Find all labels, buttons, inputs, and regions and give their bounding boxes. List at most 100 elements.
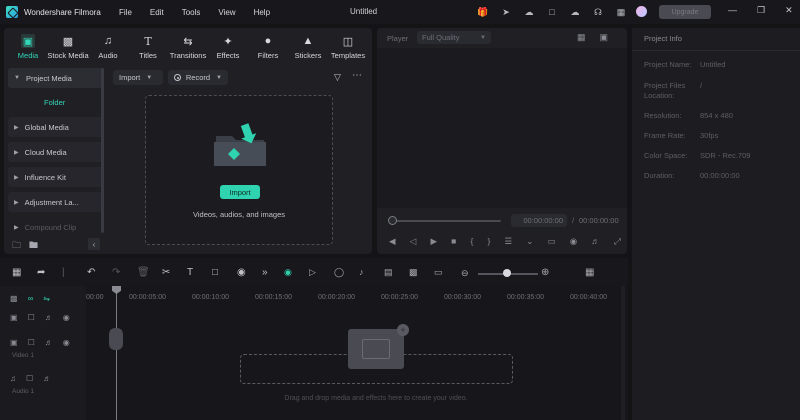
tab-effects[interactable]: ✦ Effects (208, 34, 248, 61)
sidebar-scrollbar[interactable] (101, 68, 104, 233)
track-lock-icon[interactable]: ▣ (10, 313, 18, 322)
tab-media[interactable]: ▣ Media (8, 34, 48, 60)
subtitle-icon[interactable]: ▭ (434, 267, 459, 278)
stop-icon[interactable]: ■ (451, 236, 456, 247)
media-dropzone[interactable]: Import Videos, audios, and images (145, 95, 333, 245)
layout-grid-icon[interactable]: ▦ (12, 267, 37, 278)
quality-dropdown[interactable]: Full Quality ▼ (417, 31, 491, 44)
import-dropdown[interactable]: Import ▼ (113, 70, 163, 85)
pip-icon[interactable]: ▩ (409, 267, 434, 278)
eye-icon[interactable]: ◉ (63, 313, 70, 322)
collapse-sidebar-button[interactable]: ‹ (88, 238, 100, 250)
step-back-icon[interactable]: ◁ (410, 236, 417, 247)
shield-icon[interactable]: ◯ (334, 267, 359, 278)
grid-view-icon[interactable]: ▦ (577, 32, 586, 43)
menu-view[interactable]: View (218, 8, 235, 17)
audio-track-icon[interactable]: ♫ (10, 374, 16, 383)
send-icon[interactable]: ➤ (499, 5, 513, 19)
folder-icon[interactable]: 🖿 (29, 238, 38, 254)
zoom-slider-handle[interactable] (502, 269, 511, 277)
mark-out-icon[interactable]: } (487, 236, 490, 247)
render-icon[interactable]: ▷ (309, 267, 334, 278)
tab-titles[interactable]: T Titles (128, 34, 168, 61)
tab-templates[interactable]: ◫ Templates (328, 34, 368, 61)
timeline-scrollbar[interactable] (621, 286, 625, 420)
cloud-upload-icon[interactable]: ☁ (522, 5, 536, 19)
add-marker-icon[interactable]: ☰ (505, 236, 513, 247)
current-timecode[interactable]: 00:00:00:00 (511, 214, 567, 227)
view-options-icon[interactable]: ▦ (585, 267, 594, 278)
tab-stickers[interactable]: ▲ Stickers (288, 34, 328, 60)
more-icon[interactable]: ⋯ (352, 70, 363, 81)
link-icon[interactable]: ∞ (28, 294, 34, 303)
snap-icon[interactable]: ⇋ (43, 294, 50, 303)
import-button[interactable]: Import (220, 185, 260, 199)
select-arrow-icon[interactable]: ➦ (37, 267, 62, 278)
sidebar-item-adjustment-layer[interactable]: ▶ Adjustment La... (8, 192, 104, 212)
sidebar-item-project-media[interactable]: ▼ Project Media (8, 68, 104, 88)
video-track-icon[interactable]: ▣ (10, 338, 18, 347)
lock-icon[interactable]: ☐ (28, 338, 35, 347)
chevron-down-icon[interactable]: ⌄ (526, 236, 533, 247)
new-folder-icon[interactable]: 🗀 (12, 238, 21, 254)
menu-file[interactable]: File (119, 8, 132, 17)
zoom-out-icon[interactable]: ⊖ (461, 268, 469, 279)
mute-icon[interactable]: ♬ (43, 374, 51, 383)
ai-icon[interactable]: ◉ (284, 267, 309, 278)
sidebar-item-cloud-media[interactable]: ▶ Cloud Media (8, 142, 104, 162)
record-dropdown[interactable]: Record ▼ (168, 70, 228, 85)
avatar[interactable] (636, 6, 647, 17)
microphone-icon[interactable]: ♪ (359, 267, 384, 278)
scrubber-handle[interactable] (388, 216, 397, 225)
scissors-icon[interactable]: ✂ (162, 267, 187, 278)
minimize-icon[interactable]: — (728, 5, 737, 16)
crop-icon[interactable]: □ (212, 267, 237, 278)
mute-icon[interactable]: ♬ (45, 338, 53, 347)
audio-volume-icon[interactable]: ♬ (591, 236, 600, 247)
sidebar-item-global-media[interactable]: ▶ Global Media (8, 117, 104, 137)
upgrade-button[interactable]: Upgrade (659, 5, 711, 19)
lock-icon[interactable]: ☐ (26, 374, 33, 383)
prev-frame-icon[interactable]: ◀ (389, 236, 396, 247)
restore-icon[interactable]: ❐ (757, 5, 765, 16)
cloud-sync-icon[interactable]: ☁ (568, 5, 582, 19)
sidebar-item-influence-kit[interactable]: ▶ Influence Kit (8, 167, 104, 187)
color-icon[interactable]: ◉ (237, 267, 262, 278)
delete-icon[interactable]: 🗑 (137, 267, 162, 278)
sidebar-item-compound-clip[interactable]: ▶ Compound Clip (8, 217, 104, 237)
undo-icon[interactable]: ↶ (87, 267, 112, 278)
monitor-icon[interactable]: ▭ (548, 236, 556, 247)
zoom-in-icon[interactable]: ⊕ (541, 267, 549, 278)
redo-icon[interactable]: ↷ (112, 267, 137, 278)
tab-stock-media[interactable]: ▩ Stock Media (47, 34, 88, 61)
close-icon[interactable]: ✕ (785, 5, 793, 16)
headset-icon[interactable]: ☊ (591, 5, 605, 19)
chevron-down-icon: ▼ (480, 34, 486, 41)
text-icon[interactable]: T (187, 267, 212, 278)
voiceover-icon[interactable]: ▤ (384, 267, 409, 278)
add-track-icon[interactable]: ▩ (10, 294, 18, 303)
tab-audio[interactable]: ♫ Audio (88, 34, 128, 60)
playhead-handle[interactable] (112, 286, 121, 294)
menu-help[interactable]: Help (254, 8, 270, 17)
lock-icon[interactable]: ☐ (28, 313, 35, 322)
eye-icon[interactable]: ◉ (63, 338, 70, 347)
timeline-ruler[interactable]: 00:00 00:00:05:00 00:00:10:00 00:00:15:0… (86, 294, 628, 306)
camera-icon[interactable]: ◉ (570, 236, 577, 247)
playhead-grip[interactable] (109, 328, 123, 350)
mute-icon[interactable]: ♬ (45, 313, 53, 322)
gift-icon[interactable]: 🎁 (476, 5, 490, 19)
mark-in-icon[interactable]: { (470, 236, 473, 247)
message-icon[interactable]: □ (545, 5, 559, 19)
filter-icon[interactable]: ▽ (334, 72, 341, 83)
play-icon[interactable]: ▶ (430, 236, 437, 247)
tab-filters[interactable]: ● Filters (248, 34, 288, 60)
grid-apps-icon[interactable]: ▦ (614, 5, 628, 19)
fullscreen-icon[interactable]: ⤢ (614, 236, 621, 247)
tab-transitions[interactable]: ⇆ Transitions (168, 34, 208, 61)
menu-edit[interactable]: Edit (150, 8, 164, 17)
menu-tools[interactable]: Tools (182, 8, 201, 17)
sidebar-item-folder[interactable]: Folder (8, 93, 104, 111)
player-scrubber[interactable] (393, 220, 501, 222)
snapshot-icon[interactable]: ▣ (600, 32, 609, 43)
